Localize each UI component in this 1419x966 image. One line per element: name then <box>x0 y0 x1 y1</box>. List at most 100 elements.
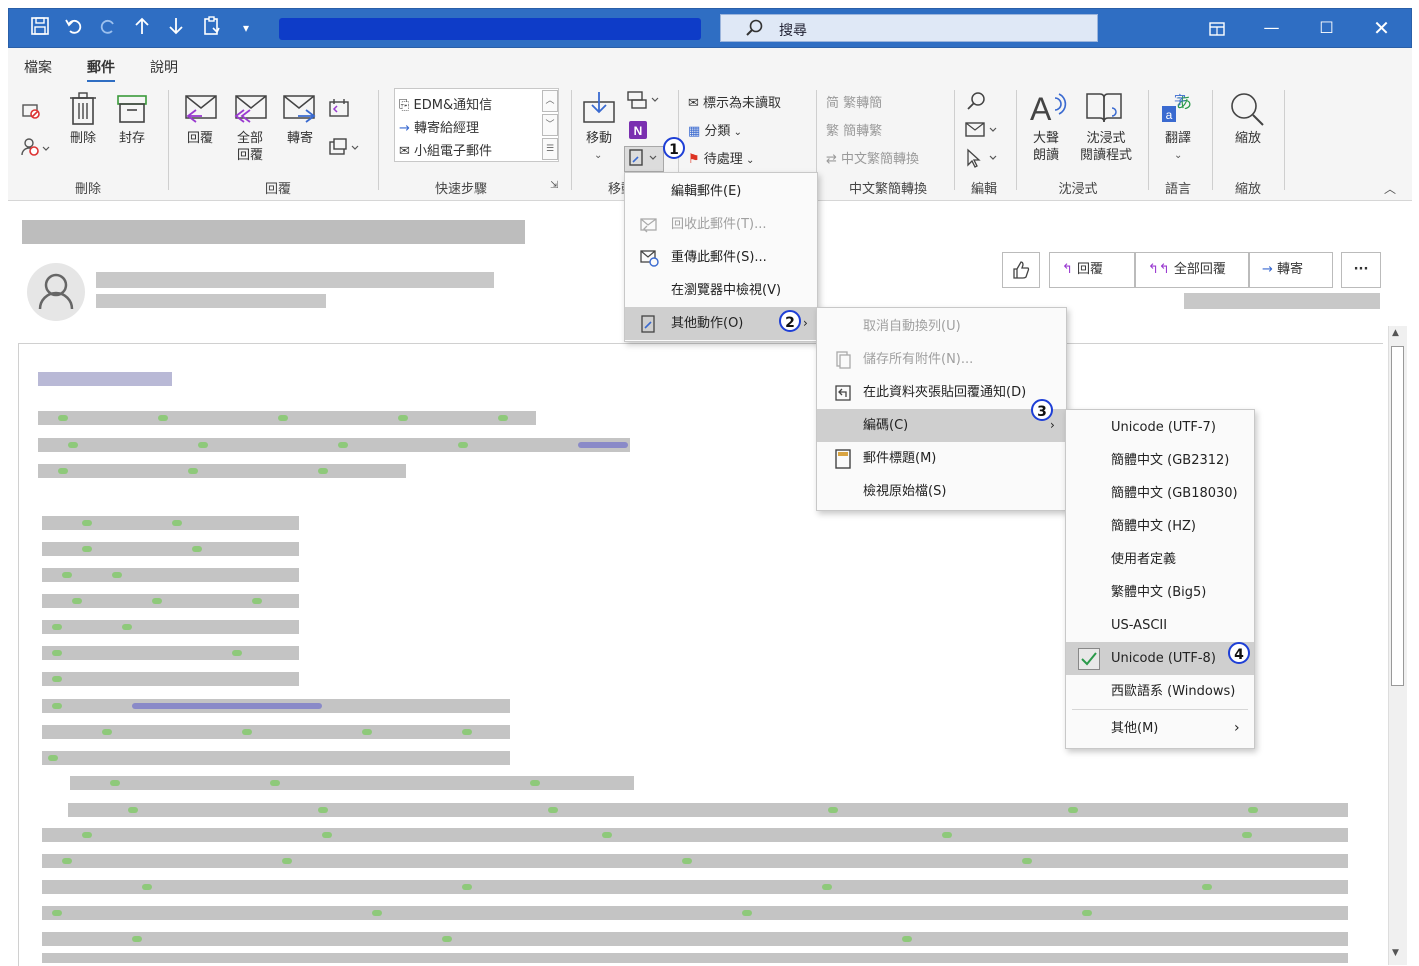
onenote-icon[interactable]: N <box>628 120 648 144</box>
zoom-icon[interactable] <box>1228 90 1266 132</box>
encoding-utf8[interactable]: Unicode (UTF-8) <box>1066 642 1254 675</box>
menu-item-view-in-browser[interactable]: 在瀏覽器中檢視(V) <box>625 274 817 307</box>
chevron-down-icon[interactable]: ⌄ <box>1174 150 1182 161</box>
immersive-reader-label-2[interactable]: 閱讀程式 <box>1074 147 1138 164</box>
like-button[interactable] <box>1002 252 1040 288</box>
forward-action-button[interactable]: → 轉寄 <box>1249 252 1333 288</box>
scroll-down-icon[interactable]: ▼ <box>1392 948 1399 958</box>
scroll-up-icon[interactable]: ▲ <box>1392 328 1399 338</box>
down-icon[interactable] <box>165 16 187 40</box>
menu-item-recall-message[interactable]: 回收此郵件(T)... <box>625 208 817 241</box>
vertical-scrollbar[interactable]: ▲ ▼ <box>1388 326 1407 965</box>
read-aloud-icon[interactable]: A <box>1028 88 1068 132</box>
collapse-ribbon-icon[interactable]: ︿ <box>1384 180 1396 197</box>
other-actions-icon <box>639 314 659 334</box>
expand-gallery-icon[interactable]: ☰ <box>542 138 558 160</box>
followup-button[interactable]: ⚑ 待處理 ⌄ <box>688 148 754 167</box>
menu-item-edit-message[interactable]: 編輯郵件(E) <box>625 175 817 208</box>
body-line-redacted <box>42 828 1348 842</box>
move-icon[interactable] <box>582 90 616 128</box>
encoding-big5[interactable]: 繁體中文 (Big5) <box>1066 576 1254 609</box>
scroll-up-icon[interactable]: ︿ <box>542 90 558 112</box>
meeting-reply-icon[interactable] <box>328 98 350 122</box>
menu-item-post-reply-folder[interactable]: 在此資料夾張貼回覆通知(D) <box>817 376 1066 409</box>
encoding-more[interactable]: 其他(M) › <box>1066 712 1254 745</box>
search-box[interactable]: 搜尋 <box>720 14 1098 42</box>
related-icon[interactable] <box>964 120 1000 144</box>
immersive-reader-label-1[interactable]: 沈浸式 <box>1074 130 1138 147</box>
scroll-thumb[interactable] <box>1391 346 1404 686</box>
ignore-icon[interactable] <box>20 100 42 126</box>
quick-steps-gallery: ⎘ EDM&通知信 → 轉寄給經理 ✉ 小組電子郵件 <box>394 88 559 162</box>
save-icon[interactable] <box>29 16 51 40</box>
ribbon-display-icon[interactable] <box>1189 9 1244 47</box>
menu-item-cancel-auto-wrap[interactable]: 取消自動換列(U) <box>817 310 1066 343</box>
more-respond-icon[interactable] <box>328 138 362 162</box>
reply-all-button-label-2[interactable]: 回覆 <box>230 147 270 164</box>
quick-step-team-email[interactable]: ✉ 小組電子郵件 <box>399 140 492 159</box>
tab-help[interactable]: 說明 <box>150 57 178 77</box>
more-actions-button[interactable] <box>624 146 664 172</box>
archive-icon[interactable] <box>116 94 148 130</box>
body-line-redacted <box>42 699 510 713</box>
delete-icon[interactable] <box>68 92 98 130</box>
reply-icon[interactable] <box>182 94 218 130</box>
tab-file[interactable]: 檔案 <box>24 57 52 77</box>
menu-item-view-source[interactable]: 檢視原始檔(S) <box>817 475 1066 508</box>
translate-icon[interactable]: aあ字 <box>1160 90 1196 130</box>
block-sender-icon[interactable] <box>20 136 50 162</box>
customize-icon[interactable]: ▾ <box>235 16 257 40</box>
redo-icon[interactable] <box>97 16 119 40</box>
clipboard-icon[interactable] <box>201 16 223 40</box>
delete-button-label[interactable]: 刪除 <box>64 130 102 147</box>
encoding-us-ascii[interactable]: US-ASCII <box>1066 609 1254 642</box>
encoding-utf7[interactable]: Unicode (UTF-7) <box>1066 411 1254 444</box>
body-line-redacted <box>42 932 1348 946</box>
immersive-reader-icon[interactable] <box>1084 90 1124 130</box>
minimize-icon[interactable]: — <box>1244 9 1299 47</box>
quick-step-edm[interactable]: ⎘ EDM&通知信 <box>399 94 492 113</box>
translate-button-label[interactable]: 翻譯 <box>1158 130 1198 147</box>
mark-unread-button[interactable]: ✉ 標示為未讀取 <box>688 92 781 111</box>
find-icon[interactable] <box>966 90 988 116</box>
simp-to-trad-button[interactable]: 繁 簡轉繁 <box>826 120 882 139</box>
chinese-conversion-button[interactable]: ⇄ 中文繁簡轉換 <box>826 148 919 167</box>
forward-button-label[interactable]: 轉寄 <box>282 130 318 147</box>
trad-to-simp-button[interactable]: 简 繁轉簡 <box>826 92 882 111</box>
more-options-button[interactable]: ··· <box>1341 252 1381 288</box>
archive-button-label[interactable]: 封存 <box>112 130 152 147</box>
encoding-hz[interactable]: 簡體中文 (HZ) <box>1066 510 1254 543</box>
post-reply-icon <box>833 383 853 403</box>
up-icon[interactable] <box>131 16 153 40</box>
encoding-gb18030[interactable]: 簡體中文 (GB18030) <box>1066 477 1254 510</box>
chevron-down-icon[interactable]: ⌄ <box>594 150 602 161</box>
reply-button-label[interactable]: 回覆 <box>182 130 218 147</box>
undo-icon[interactable] <box>63 16 85 40</box>
menu-item-encoding[interactable]: 編碼(C) › <box>817 409 1066 442</box>
dialog-launcher-icon[interactable]: ⇲ <box>550 180 558 191</box>
encoding-user-defined[interactable]: 使用者定義 <box>1066 543 1254 576</box>
menu-item-resend-message[interactable]: 重傳此郵件(S)... <box>625 241 817 274</box>
menu-item-message-header[interactable]: 郵件標題(M) <box>817 442 1066 475</box>
encoding-gb2312[interactable]: 簡體中文 (GB2312) <box>1066 444 1254 477</box>
rules-icon[interactable] <box>626 90 662 116</box>
move-button-label[interactable]: 移動 <box>580 130 618 147</box>
read-aloud-label-2[interactable]: 朗讀 <box>1026 147 1066 164</box>
reply-all-action-button[interactable]: ↰↰ 全部回覆 <box>1135 252 1249 288</box>
reply-all-icon[interactable] <box>232 94 268 130</box>
maximize-icon[interactable]: ☐ <box>1299 9 1354 47</box>
scroll-down-icon[interactable]: ﹀ <box>542 114 558 136</box>
body-line-redacted <box>38 411 536 425</box>
quick-step-forward-manager[interactable]: → 轉寄給經理 <box>399 117 479 136</box>
close-icon[interactable]: ✕ <box>1354 9 1409 47</box>
zoom-button-label[interactable]: 縮放 <box>1226 130 1270 147</box>
read-aloud-label-1[interactable]: 大聲 <box>1026 130 1066 147</box>
reply-action-button[interactable]: ↰ 回覆 <box>1049 252 1135 288</box>
forward-icon[interactable] <box>282 94 318 130</box>
menu-item-save-all-attachments[interactable]: 儲存所有附件(N)... <box>817 343 1066 376</box>
reply-all-button-label-1[interactable]: 全部 <box>230 130 270 147</box>
categorize-button[interactable]: ▦ 分類 ⌄ <box>688 120 742 139</box>
tab-message[interactable]: 郵件 <box>87 57 115 83</box>
select-icon[interactable] <box>964 148 1000 172</box>
encoding-western-windows[interactable]: 西歐語系 (Windows) <box>1066 675 1254 708</box>
